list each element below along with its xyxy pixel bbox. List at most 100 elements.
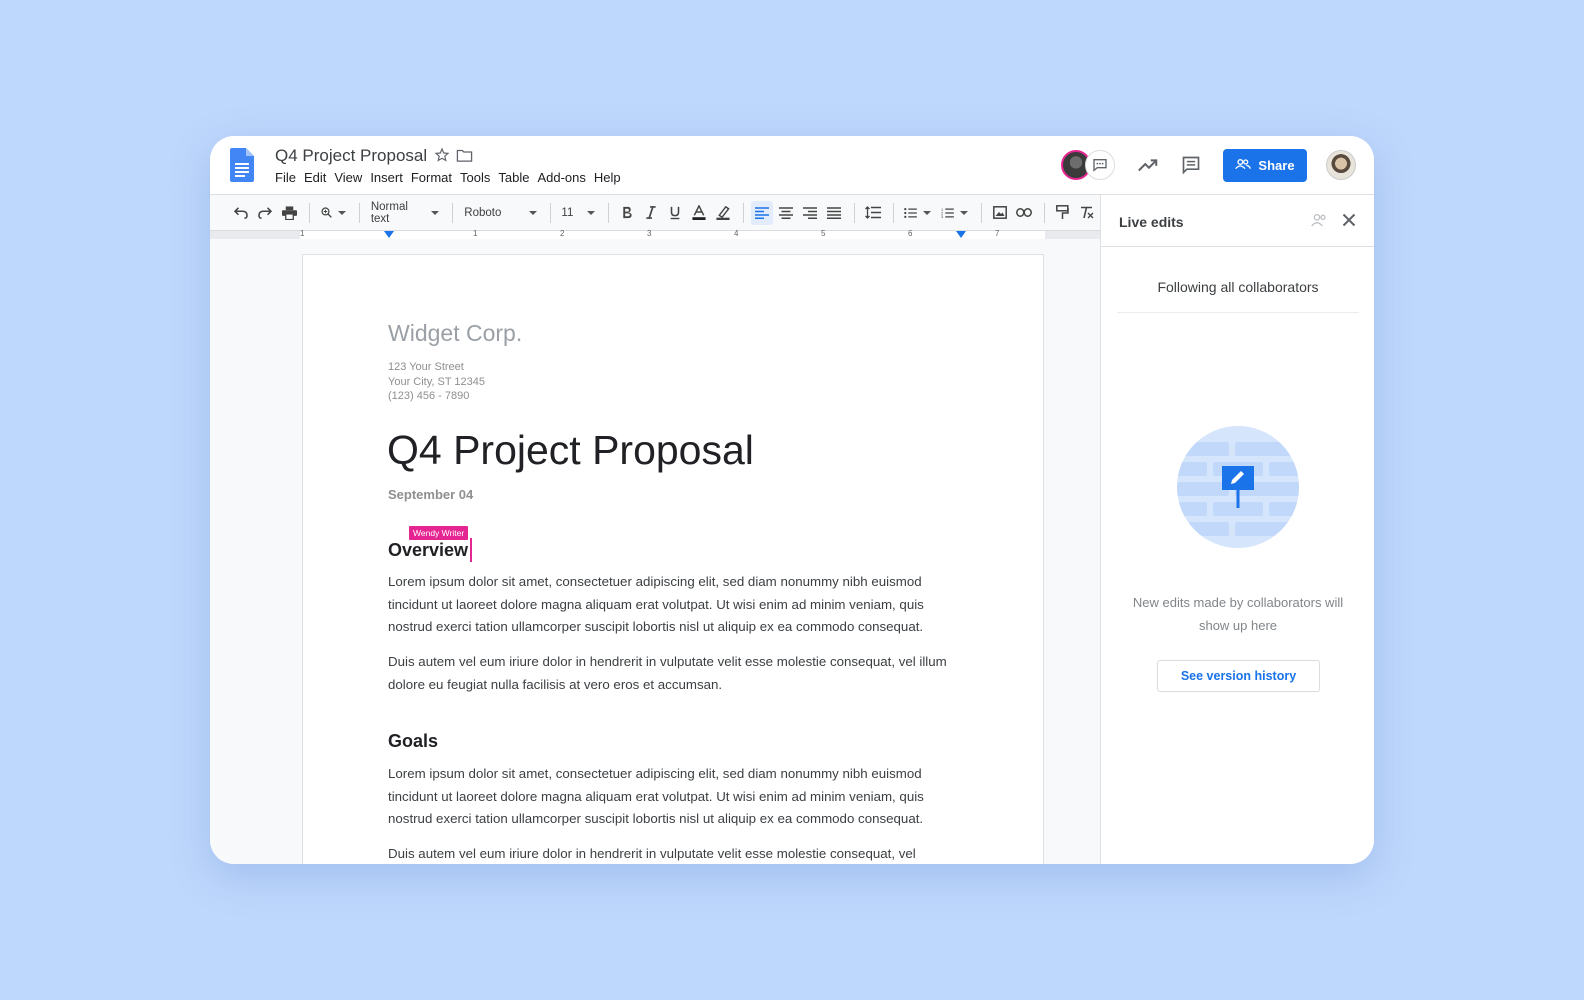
ruler-label: 2 [560,229,565,238]
ruler-label: 3 [647,229,652,238]
chevron-down-icon [431,210,440,215]
document-page[interactable]: Widget Corp. 123 Your Street Your City, … [302,254,1044,864]
close-icon[interactable] [1342,213,1356,232]
divider [1117,312,1359,313]
horizontal-ruler[interactable]: 1 1 2 3 4 5 6 7 [210,229,1100,240]
highlight-icon[interactable] [712,201,734,225]
toolbar-divider [358,202,360,223]
chat-icon[interactable] [1085,150,1115,180]
panel-header: Live edits [1101,195,1374,247]
clear-formatting-icon[interactable] [1076,201,1098,225]
underline-icon[interactable] [664,201,686,225]
empty-state-message: New edits made by collaborators will sho… [1132,595,1344,633]
undo-icon[interactable] [230,201,252,225]
company-name: Widget Corp. [388,320,523,346]
move-folder-icon[interactable] [456,148,473,168]
title-bar: Q4 Project Proposal File Edit View Inser… [210,136,1374,195]
font-dropdown[interactable]: Roboto [460,201,540,225]
document-heading: Q4 Project Proposal [387,427,754,473]
toolbar-divider [549,202,551,223]
toolbar-divider [742,202,744,223]
activity-trend-icon[interactable] [1135,152,1161,178]
collaborator-avatars[interactable] [1061,150,1117,182]
align-justify-icon[interactable] [823,201,845,225]
collaborator-cursor-label: Wendy Writer [409,526,469,540]
paragraph-style-value: Normal text [370,200,408,225]
comments-icon[interactable] [1178,152,1204,178]
toolbar-divider [452,202,454,223]
insert-link-icon[interactable] [1013,201,1035,225]
menu-table[interactable]: Table [498,170,535,185]
people-icon [1235,158,1252,173]
menu-file[interactable]: File [275,170,302,185]
redo-icon[interactable] [254,201,276,225]
menu-view[interactable]: View [334,170,368,185]
bulleted-list-dropdown[interactable] [900,201,935,225]
star-icon[interactable] [434,147,450,168]
chevron-down-icon [528,210,537,215]
panel-title: Live edits [1119,214,1184,230]
menu-format[interactable]: Format [411,170,458,185]
follow-collaborators-icon[interactable] [1311,213,1327,232]
docs-logo-icon[interactable] [230,148,254,182]
font-size-dropdown[interactable]: 11 [557,201,598,225]
ruler-label: 1 [473,229,478,238]
format-toolbar: Normal text Roboto 11 123 [210,195,1100,230]
menu-tools[interactable]: Tools [460,170,496,185]
align-center-icon[interactable] [775,201,797,225]
company-address: 123 Your Street Your City, ST 12345 (123… [388,360,485,404]
ruler-label: 1 [300,229,305,238]
ruler-label: 7 [995,229,1000,238]
align-left-icon[interactable] [750,200,773,225]
paragraph-style-dropdown[interactable]: Normal text [367,201,444,225]
paragraph: Lorem ipsum dolor sit amet, consectetuer… [388,574,924,634]
left-indent-marker[interactable] [384,231,394,238]
toolbar-divider [607,202,609,223]
live-edits-illustration [1177,426,1299,548]
ruler-label: 5 [821,229,826,238]
right-indent-marker[interactable] [956,231,966,238]
toolbar-divider [853,202,855,223]
live-edits-panel: Live edits Following all collaborators N… [1100,195,1374,864]
menu-insert[interactable]: Insert [370,170,409,185]
bold-icon[interactable] [616,201,638,225]
insert-image-icon[interactable] [989,201,1011,225]
bulleted-list-icon [904,207,918,218]
chevron-down-icon [337,210,346,215]
zoom-dropdown[interactable] [317,201,350,225]
paint-format-icon[interactable] [1052,201,1074,225]
see-version-history-button[interactable]: See version history [1157,660,1320,692]
collaborator-cursor [470,538,472,562]
address-line: 123 Your Street [388,361,464,373]
ruler-label: 6 [908,229,913,238]
text-color-icon[interactable] [688,201,710,225]
address-line: (123) 456 - 7890 [388,390,470,402]
chevron-down-icon [923,210,932,215]
share-button[interactable]: Share [1223,149,1307,182]
numbered-list-dropdown[interactable]: 123 [937,201,972,225]
align-right-icon[interactable] [799,201,821,225]
chevron-down-icon [586,210,595,215]
document-title[interactable]: Q4 Project Proposal [275,146,427,166]
section-heading-goals: Goals [388,731,439,751]
menu-edit[interactable]: Edit [304,170,332,185]
menu-help[interactable]: Help [594,170,627,185]
paragraph: Lorem ipsum dolor sit amet, consectetuer… [388,766,924,826]
section-heading-overview: Overview [388,540,469,560]
print-icon[interactable] [278,201,300,225]
menu-bar: File Edit View Insert Format Tools Table… [275,170,629,185]
zoom-icon [321,207,332,218]
line-spacing-icon[interactable] [862,201,884,225]
toolbar-divider [981,202,983,223]
following-status: Following all collaborators [1157,279,1319,295]
font-value: Roboto [464,206,502,219]
menu-addons[interactable]: Add-ons [537,170,591,185]
font-size-value: 11 [561,206,574,219]
italic-icon[interactable] [640,201,662,225]
share-label: Share [1258,158,1295,173]
user-avatar[interactable] [1326,150,1356,180]
document-date: September 04 [388,487,474,502]
svg-text:3: 3 [941,215,943,219]
docs-window: Q4 Project Proposal File Edit View Inser… [210,136,1374,864]
chevron-down-icon [960,210,969,215]
